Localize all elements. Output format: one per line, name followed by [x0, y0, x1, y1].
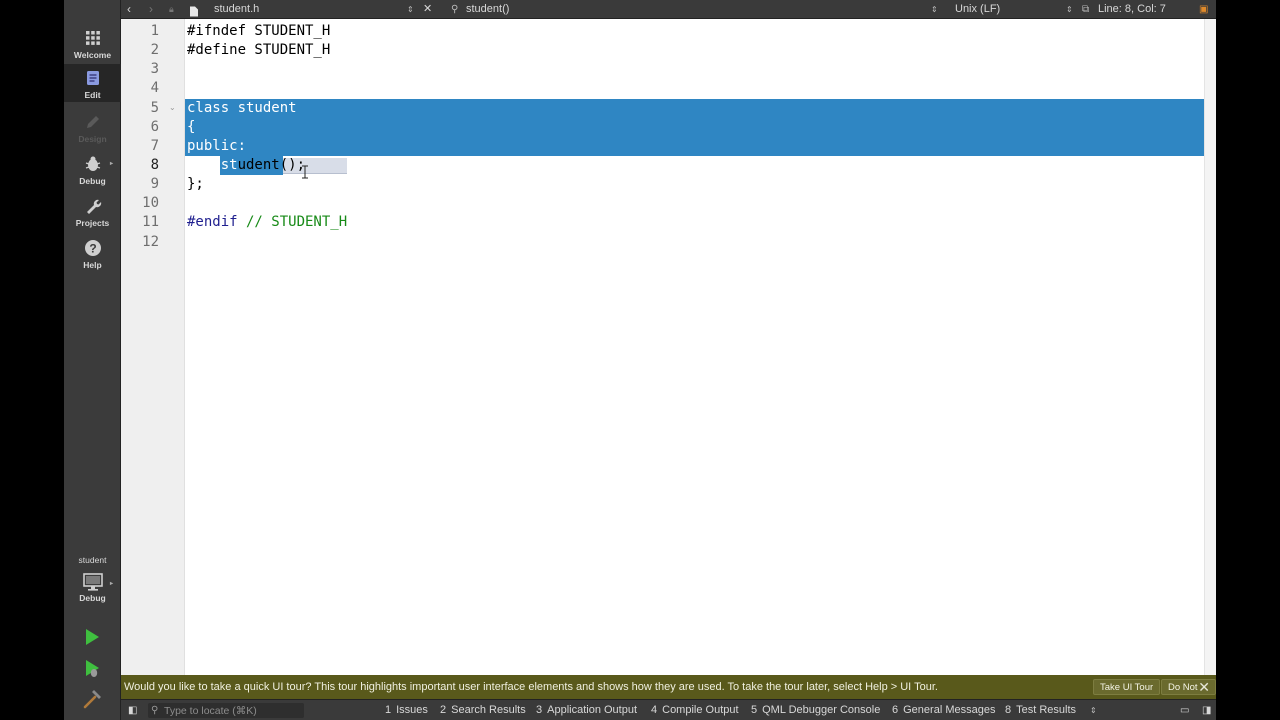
mode-label: Edit: [84, 90, 101, 100]
code-line: student();: [187, 156, 305, 175]
line-number: 12: [142, 234, 159, 250]
output-pane-bar: ◧ ⚲ 1Issues 2Search Results 3Application…: [121, 699, 1216, 720]
locator-input[interactable]: [164, 703, 300, 718]
line-number: 11: [142, 214, 159, 230]
chevron-updown-icon[interactable]: ⇕: [1090, 700, 1097, 720]
search-icon: ⚲: [151, 705, 159, 716]
kit-project-name: student: [78, 555, 107, 565]
line-number: 1: [150, 23, 159, 39]
forward-arrow-icon[interactable]: ›: [149, 2, 153, 17]
run-button[interactable]: [79, 624, 105, 650]
split-icon[interactable]: ⧉: [1082, 2, 1089, 17]
text-selection: [185, 99, 1204, 156]
debug-run-button[interactable]: [79, 655, 105, 681]
kit-config-label: Debug: [79, 593, 106, 603]
vertical-scrollbar[interactable]: [1204, 19, 1216, 675]
mode-welcome[interactable]: Welcome: [64, 24, 121, 64]
locator[interactable]: ⚲: [148, 703, 304, 718]
window-edge: [1216, 0, 1280, 720]
toggle-sidebar-icon[interactable]: ◧: [128, 700, 137, 720]
code-line: #ifndef STUDENT_H: [187, 23, 331, 39]
line-number: 5: [150, 100, 159, 116]
submenu-arrow-icon: ▸: [109, 161, 113, 167]
close-file-icon[interactable]: ✕: [423, 2, 432, 17]
pencil-icon: [86, 116, 99, 128]
pane-compile-output[interactable]: 4 Compile Output: [651, 700, 739, 720]
take-ui-tour-button[interactable]: Take UI Tour: [1093, 679, 1161, 695]
text-cursor-icon: [302, 165, 308, 179]
lock-icon: 🔒︎: [169, 4, 174, 14]
line-number: 6: [150, 119, 159, 135]
back-arrow-icon[interactable]: ‹: [127, 2, 131, 17]
progress-toggle-icon[interactable]: ▭: [1180, 700, 1189, 720]
submenu-arrow-icon: ▸: [109, 581, 113, 587]
code-line: {: [187, 119, 196, 135]
grid-icon: [85, 31, 100, 45]
code-line: #define STUDENT_H: [187, 42, 331, 58]
file-icon: [190, 6, 198, 17]
kit-selector[interactable]: Debug ▸: [64, 568, 121, 612]
symbol-selector[interactable]: student(): [466, 2, 509, 17]
cursor-position[interactable]: Line: 8, Col: 7: [1098, 2, 1166, 17]
pane-general-messages[interactable]: 6 General Messages: [892, 700, 995, 720]
line-number: 7: [150, 138, 159, 154]
monitor-icon: [82, 573, 103, 591]
line-number-gutter[interactable]: 1 2 3 4 5 6 7 8 9 10 11 12 ⌄: [121, 19, 185, 675]
pane-test-results[interactable]: 8 Test Results: [1005, 700, 1076, 720]
line-number: 2: [150, 42, 159, 58]
help-icon: ?: [84, 240, 101, 256]
line-number: 9: [150, 176, 159, 192]
fold-marker-icon[interactable]: ⌄: [169, 103, 176, 112]
selected-text: st: [187, 157, 238, 173]
wrench-icon: [86, 199, 101, 214]
mode-selector: Welcome Edit Design Debug ▸ Projects ? H…: [64, 0, 121, 720]
line-number: 4: [150, 80, 159, 96]
debug-play-icon: [86, 660, 99, 677]
build-button[interactable]: [79, 686, 105, 712]
code-line: #endif // STUDENT_H: [187, 213, 347, 232]
pane-issues[interactable]: 1 Issues: [385, 700, 428, 720]
hammer-icon: [83, 690, 101, 709]
split-view-icon[interactable]: ▣: [1199, 2, 1208, 17]
pane-search-results[interactable]: 2 Search Results: [440, 700, 526, 720]
ide-window: Welcome Edit Design Debug ▸ Projects ? H…: [64, 0, 1216, 720]
play-icon: [86, 629, 99, 645]
code-line: };: [187, 176, 204, 192]
mode-debug[interactable]: Debug ▸: [64, 150, 121, 190]
code-line: class student: [187, 100, 297, 116]
mode-design[interactable]: Design: [64, 108, 121, 148]
toggle-right-sidebar-icon[interactable]: ◨: [1202, 700, 1211, 720]
pane-application-output[interactable]: 3 Application Output: [536, 700, 637, 720]
chevron-updown-icon[interactable]: ⇕: [931, 2, 938, 17]
line-number: 8: [150, 157, 159, 173]
svg-text:?: ?: [89, 242, 96, 256]
chevron-updown-icon[interactable]: ⇕: [407, 2, 414, 17]
editor-toolbar: ‹ › 🔒︎ student.h ⇕ ✕ ⚲ student() ⇕ Unix …: [121, 0, 1216, 19]
pane-qml-debugger-console[interactable]: 5 QML Debugger Console: [751, 700, 880, 720]
preprocessor-directive: #endif: [187, 214, 238, 230]
code-line: public:: [187, 138, 247, 154]
mode-label: Help: [83, 260, 102, 270]
mode-edit[interactable]: Edit: [64, 64, 121, 102]
mode-label: Design: [78, 134, 107, 144]
mode-label: Welcome: [73, 50, 112, 60]
ui-tour-infobar: Would you like to take a quick UI tour? …: [121, 675, 1216, 720]
bug-icon: [85, 156, 100, 171]
line-number: 10: [142, 195, 159, 211]
mode-label: Projects: [75, 218, 110, 228]
mode-label: Debug: [79, 176, 106, 186]
line-ending-selector[interactable]: Unix (LF): [955, 2, 1000, 17]
chevron-updown-icon[interactable]: ⇕: [1066, 2, 1073, 17]
mode-help[interactable]: ? Help: [64, 234, 121, 274]
code-text: udent();: [237, 157, 306, 173]
line-number: 3: [150, 61, 159, 77]
mode-projects[interactable]: Projects: [64, 192, 121, 232]
code-comment: // STUDENT_H: [237, 214, 348, 230]
edit-document-icon: [86, 71, 99, 85]
open-file-selector[interactable]: student.h: [214, 2, 259, 17]
symbol-icon: ⚲: [451, 4, 459, 15]
code-editor[interactable]: #ifndef STUDENT_H #define STUDENT_H clas…: [185, 19, 1204, 675]
infobar-message: Would you like to take a quick UI tour? …: [124, 681, 938, 693]
close-icon[interactable]: ✕: [1198, 675, 1210, 699]
